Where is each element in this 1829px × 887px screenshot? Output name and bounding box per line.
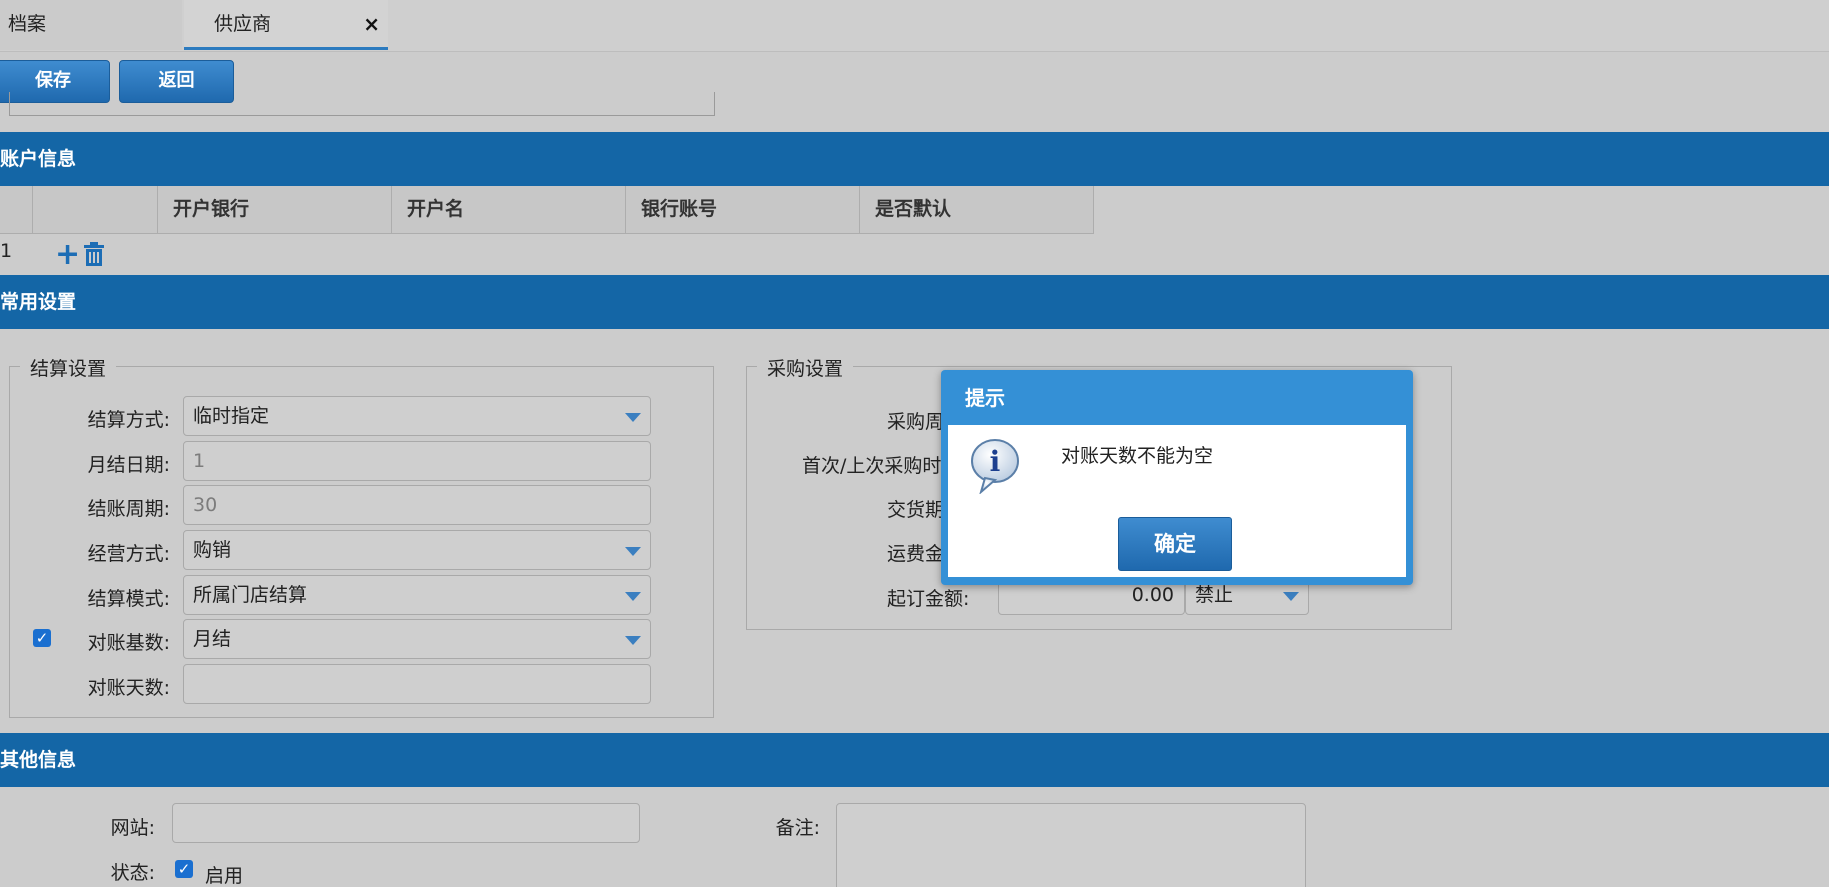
label-business-mode: 经营方式: [87,543,170,565]
label-status: 状态: [110,862,155,884]
tab-archive-label: 档案 [8,13,47,35]
tab-supplier-label: 供应商 [214,13,272,35]
select-settle-mode-value: 所属门店结算 [193,584,308,606]
label-delivery: 交货期 [887,499,945,521]
fieldset-legend-settlement: 结算设置 [20,354,117,381]
plus-icon[interactable]: + [55,240,80,270]
select-business-mode-value: 购销 [193,539,232,561]
confirm-button[interactable]: 确定 [1118,517,1232,571]
account-grid-header: 开户银行 开户名 银行账号 是否默认 [0,186,1094,234]
checkbox-checked-icon[interactable]: ✓ [33,629,51,647]
status-enabled-label: 启用 [205,865,244,887]
column-header-account-number[interactable]: 银行账号 [626,186,860,234]
dialog-title: 提示 [965,386,1005,410]
label-remark: 备注: [775,817,820,839]
label-min-order: 起订金额: [887,588,970,610]
input-settle-cycle: 30 [183,485,651,525]
dropdown-caret-icon[interactable] [625,592,641,601]
input-month-day: 1 [183,441,651,481]
label-settle-cycle: 结账周期: [87,498,170,520]
alert-dialog: 提示 i 对账天数不能为空 确定 [941,370,1413,585]
dialog-message: 对账天数不能为空 [1061,445,1214,467]
label-first-last-purchase: 首次/上次采购时 [802,455,942,477]
select-settle-method[interactable]: 临时指定 [183,396,651,436]
label-purchase-period: 采购周 [887,411,945,433]
checkbox-checked-icon[interactable]: ✓ [175,860,193,878]
column-header-default[interactable]: 是否默认 [860,186,1094,234]
label-month-day: 月结日期: [87,454,170,476]
dropdown-caret-icon[interactable] [1283,592,1299,601]
section-header-other: 其他信息 [0,733,1829,787]
textarea-remark[interactable] [836,803,1306,887]
fieldset-legend-purchase: 采购设置 [757,354,854,381]
label-settle-method: 结算方式: [87,409,170,431]
fieldset-settlement: 结算设置 结算方式: 临时指定 月结日期: 1 结账周期: 30 经营方式: 购… [9,354,714,718]
select-business-mode[interactable]: 购销 [183,530,651,570]
grid-cell-index [0,186,33,234]
input-website[interactable] [172,803,640,843]
previous-section-border [9,92,715,116]
label-settle-mode: 结算模式: [87,588,170,610]
tab-bar: 档案 供应商 × [0,0,1829,52]
dropdown-caret-icon[interactable] [625,413,641,422]
column-header-bank[interactable]: 开户银行 [158,186,392,234]
label-recon-days: 对账天数: [87,677,170,699]
select-recon-base[interactable]: 月结 [183,619,651,659]
info-icon: i [969,438,1023,499]
dialog-body: i 对账天数不能为空 确定 [948,425,1406,577]
close-icon[interactable]: × [363,0,380,48]
section-title-common: 常用设置 [0,291,77,313]
select-recon-base-value: 月结 [193,628,232,650]
label-recon-base: 对账基数: [87,632,170,654]
section-title-other: 其他信息 [0,749,77,771]
dropdown-caret-icon[interactable] [625,636,641,645]
select-settle-method-value: 临时指定 [193,405,270,427]
grid-row-number: 1 [0,240,13,262]
column-header-account-name[interactable]: 开户名 [392,186,626,234]
grid-cell-actions [33,186,158,234]
input-recon-days[interactable] [183,664,651,704]
select-settle-mode[interactable]: 所属门店结算 [183,575,651,615]
section-title-account: 账户信息 [0,148,77,170]
section-header-common: 常用设置 [0,275,1829,329]
label-website: 网站: [110,817,155,839]
trash-icon[interactable] [83,242,105,272]
svg-text:i: i [990,445,1001,478]
tab-supplier[interactable]: 供应商 × [184,0,388,50]
section-header-account: 账户信息 [0,132,1829,186]
dropdown-caret-icon[interactable] [625,547,641,556]
tab-archive[interactable]: 档案 [0,0,182,50]
select-min-order-option-value: 禁止 [1195,584,1234,606]
label-freight: 运费金 [887,543,945,565]
